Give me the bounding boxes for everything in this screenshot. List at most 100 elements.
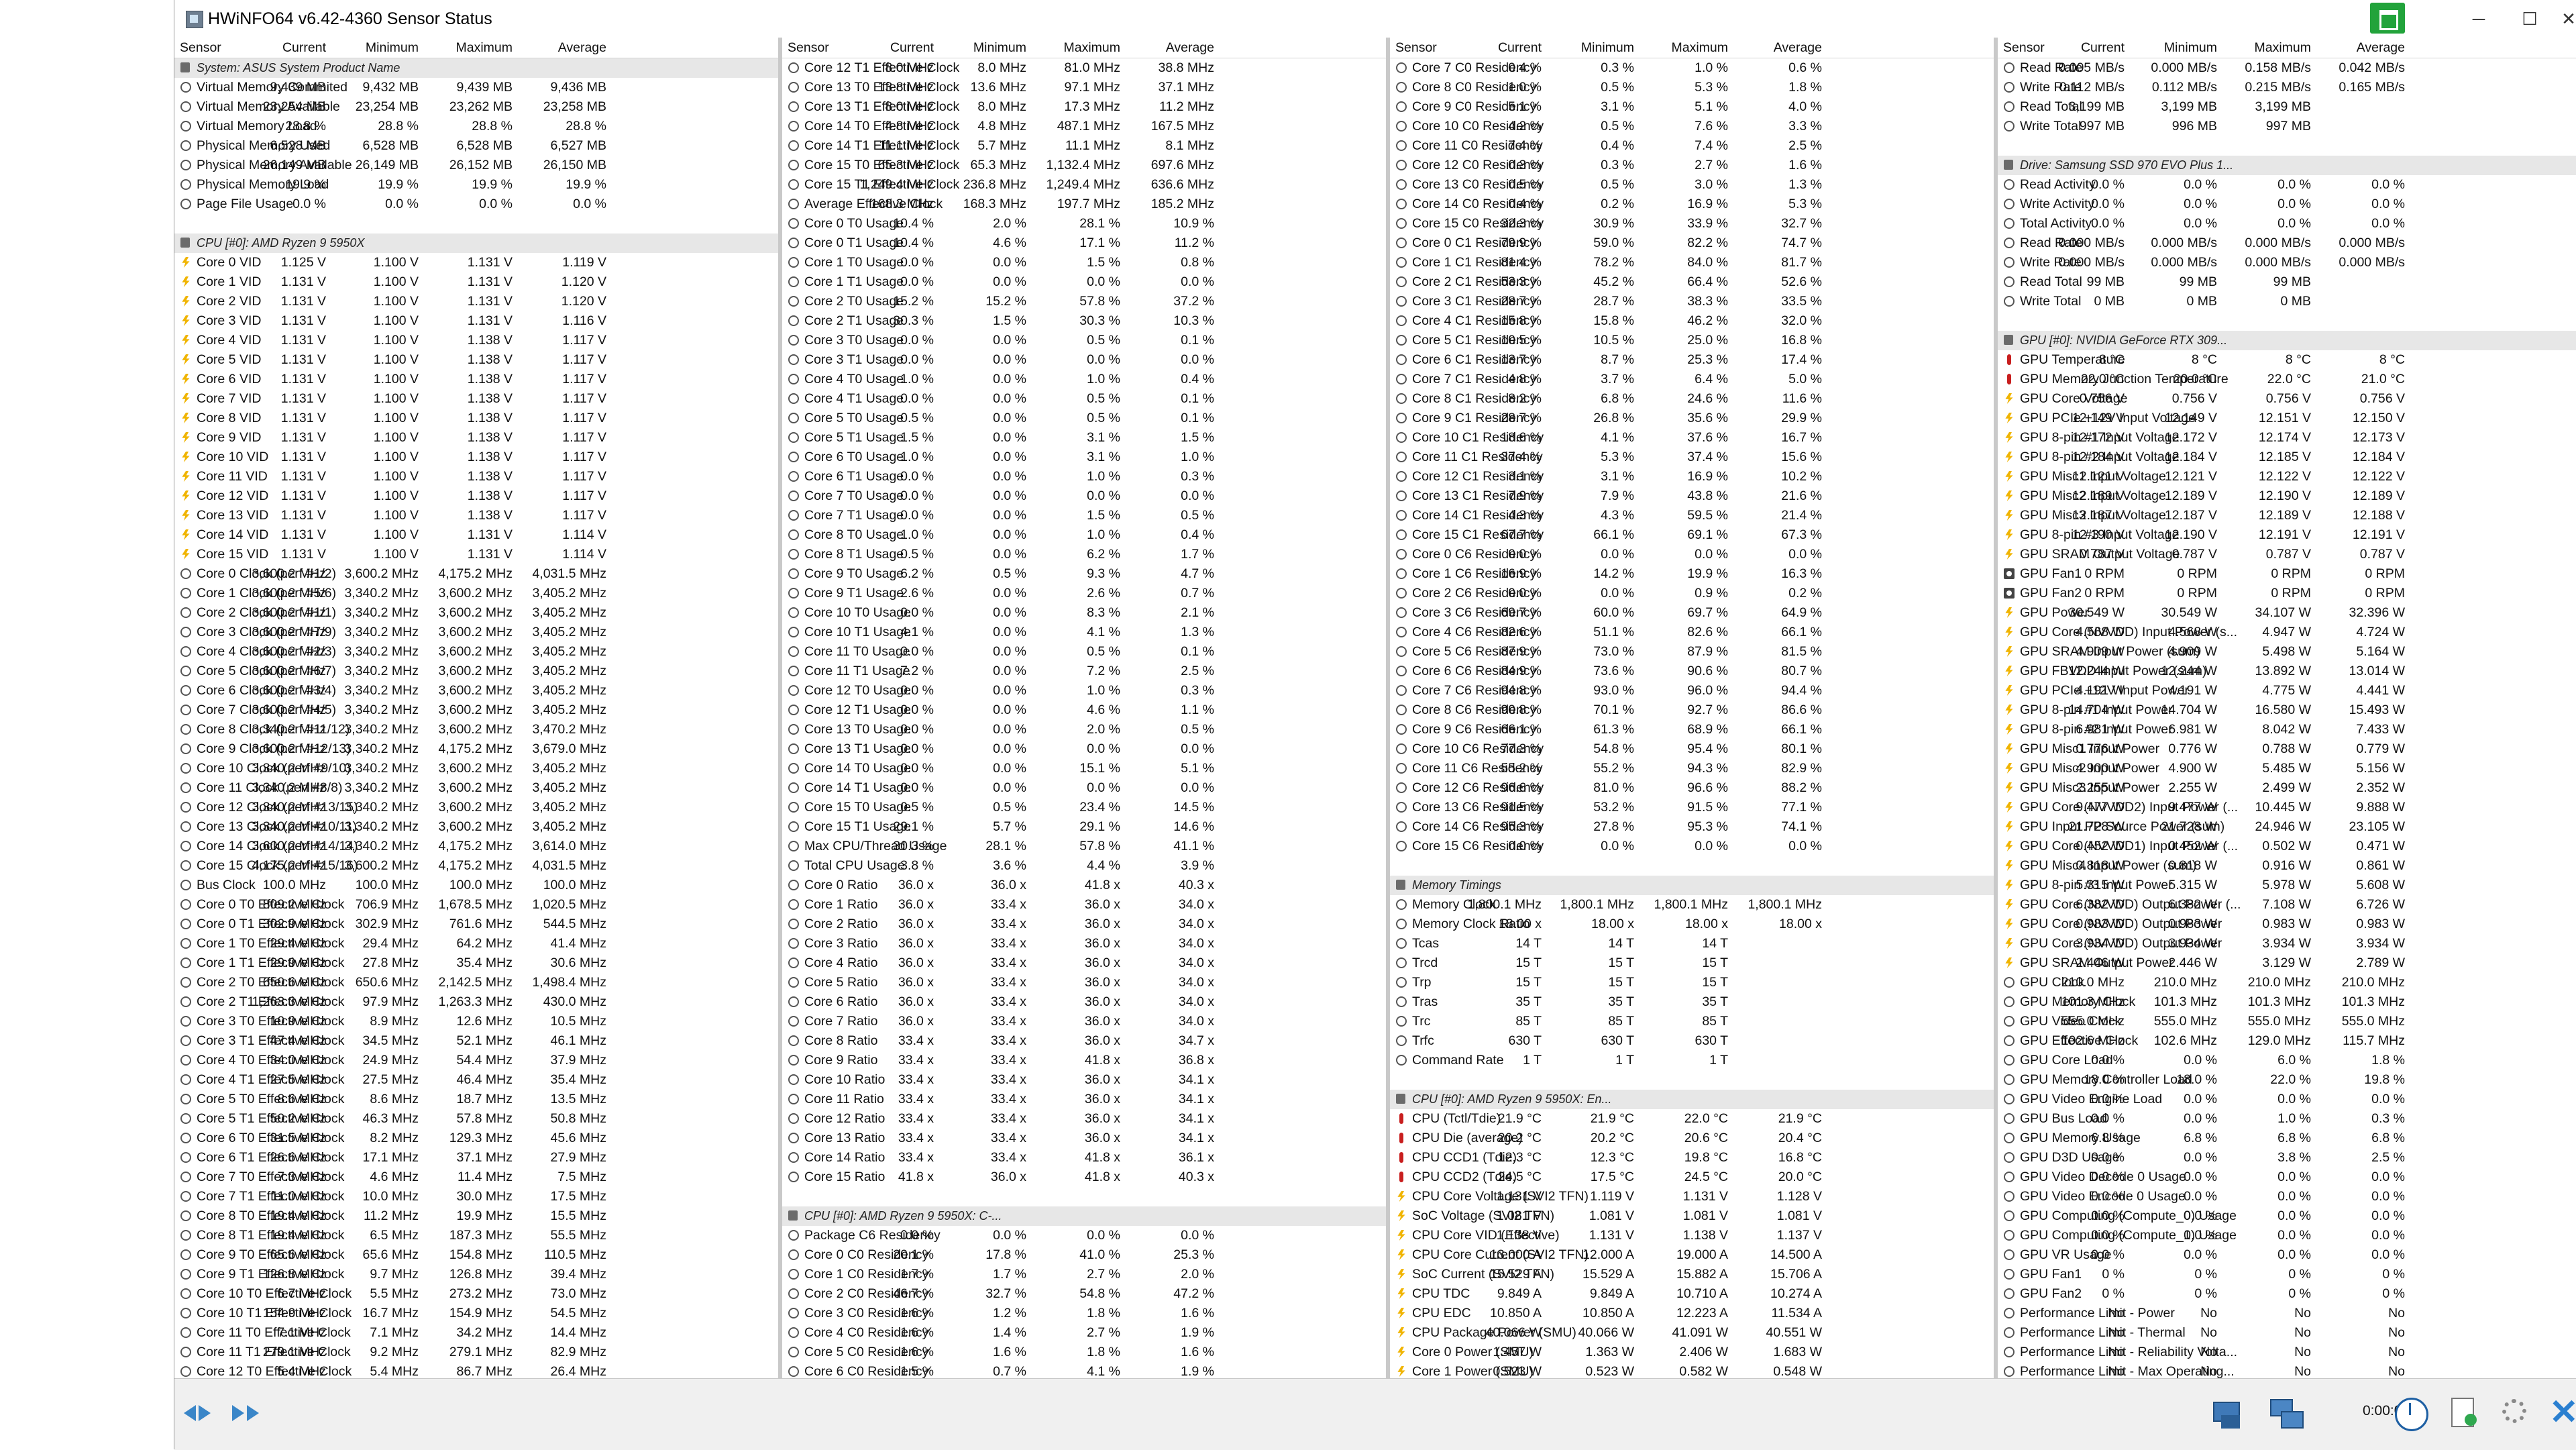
sensor-row[interactable]: Core 9 T1 Usage 2.6 % 0.0 % 2.6 % 0.7 %: [782, 584, 1386, 603]
sensor-row[interactable]: CPU TDC 9.849 A 9.849 A 10.710 A 10.274 A: [1390, 1284, 1994, 1304]
header-maximum[interactable]: Maximum: [1063, 38, 1120, 58]
sensor-row[interactable]: Core 9 T0 Usage 6.2 % 0.5 % 9.3 % 4.7 %: [782, 564, 1386, 584]
sensor-row[interactable]: Core 9 C0 Residency 5.1 % 3.1 % 5.1 % 4.0 %: [1390, 97, 1994, 117]
sensor-row[interactable]: Core 11 T1 Usage 7.2 % 0.0 % 7.2 % 2.5 %: [782, 662, 1386, 681]
sensor-row[interactable]: GPU FBVDD Input Power (sum) 12.244 W 12.24…: [1998, 662, 2576, 681]
sensor-row[interactable]: Core 0 T1 Usage 10.4 % 4.6 % 17.1 % 11.2 %: [782, 234, 1386, 253]
sensor-row[interactable]: Core 5 T0 Usage 0.5 % 0.0 % 0.5 % 0.1 %: [782, 409, 1386, 428]
sensor-row[interactable]: Core 8 Clock (perf #11/12) 3,340.2 MHz 3,3…: [174, 720, 778, 739]
sensor-row[interactable]: Core 1 C0 Residency 1.7 % 1.7 % 2.7 % 2.0 %: [782, 1265, 1386, 1284]
sensor-row[interactable]: GPU Fan1 0 RPM 0 RPM 0 RPM 0 RPM: [1998, 564, 2576, 584]
sensor-row[interactable]: GPU VR Usage 0.0 % 0.0 % 0.0 % 0.0 %: [1998, 1245, 2576, 1265]
sensor-row[interactable]: GPU SRAM Output Voltage 0.787 V 0.787 V 0.7…: [1998, 545, 2576, 564]
sensor-row[interactable]: Core 4 T0 Effective Clock 34.0 MHz 24.9 MH…: [174, 1051, 778, 1070]
sensor-row[interactable]: Core 6 T1 Effective Clock 26.6 MHz 17.1 MH…: [174, 1148, 778, 1168]
sensor-row[interactable]: Performance Limit - Power No No No No: [1998, 1304, 2576, 1323]
sensor-row[interactable]: CPU CCD2 (Tdie) 24.5 °C 17.5 °C 24.5 °C 20.0…: [1390, 1168, 1994, 1187]
header-current[interactable]: Current: [1498, 38, 1542, 58]
sensor-row[interactable]: Core 14 C0 Residency 0.4 % 0.2 % 16.9 % 5.3 …: [1390, 195, 1994, 214]
sensor-row[interactable]: GPU Core (NVVDD1) Input Power (... 0.452 …: [1998, 837, 2576, 856]
sensor-row[interactable]: Core 9 C6 Residency 66.1 % 61.3 % 68.9 % 66.…: [1390, 720, 1994, 739]
sensor-row[interactable]: Core 7 T0 Usage 0.0 % 0.0 % 0.0 % 0.0 %: [782, 486, 1386, 506]
sensor-row[interactable]: CPU EDC 10.850 A 10.850 A 12.223 A 11.534 A: [1390, 1304, 1994, 1323]
sensor-row[interactable]: GPU Temperature 8 °C 8 °C 8 °C 8 °C: [1998, 350, 2576, 370]
sensor-group-header[interactable]: CPU [#0]: AMD Ryzen 9 5950X: [174, 234, 778, 253]
sensor-row[interactable]: Trfc 630 T 630 T 630 T: [1390, 1031, 1994, 1051]
sensor-row[interactable]: GPU Core (NVVDD) Output Power (... 6.382 …: [1998, 895, 2576, 915]
sensor-row[interactable]: Virtual Memory Available 23,254 MB 23,254 …: [174, 97, 778, 117]
sensor-row[interactable]: Core 10 Ratio 33.4 x 33.4 x 36.0 x 34.1 x: [782, 1070, 1386, 1090]
header-minimum[interactable]: Minimum: [366, 38, 419, 58]
sensor-row[interactable]: Core 14 VID 1.131 V 1.100 V 1.131 V 1.114 V: [174, 525, 778, 545]
sensor-group-header[interactable]: System: ASUS System Product Name: [174, 58, 778, 78]
sensor-row[interactable]: Core 2 C1 Residency 53.3 % 45.2 % 66.4 % 52.…: [1390, 272, 1994, 292]
sensor-row[interactable]: Core 13 T0 Usage 0.0 % 0.0 % 2.0 % 0.5 %: [782, 720, 1386, 739]
tray-icon[interactable]: [2370, 3, 2405, 34]
sensor-row[interactable]: Core 15 Ratio 41.8 x 36.0 x 41.8 x 40.3 x: [782, 1168, 1386, 1187]
sensor-row[interactable]: Core 2 Clock (perf #1/1) 3,600.2 MHz 3,340…: [174, 603, 778, 623]
sensor-row[interactable]: Read Rate 0.000 MB/s 0.000 MB/s 0.000 MB/s 0…: [1998, 234, 2576, 253]
sensor-row[interactable]: GPU Misc3 Input Power 2.255 W 2.255 W 2.499…: [1998, 778, 2576, 798]
sensor-row[interactable]: Core 1 T0 Usage 0.0 % 0.0 % 1.5 % 0.8 %: [782, 253, 1386, 272]
sensor-row[interactable]: Core 14 T1 Usage 0.0 % 0.0 % 0.0 % 0.0 %: [782, 778, 1386, 798]
collapse-arrows-icon[interactable]: [180, 1396, 219, 1430]
sensor-row[interactable]: Core 1 C6 Residency 16.9 % 14.2 % 19.9 % 16.…: [1390, 564, 1994, 584]
header-minimum[interactable]: Minimum: [973, 38, 1026, 58]
sensor-row[interactable]: GPU Video Encode 0 Usage 0.0 % 0.0 % 0.0 % 0…: [1998, 1187, 2576, 1206]
sensor-row[interactable]: Core 5 T1 Usage 1.5 % 0.0 % 3.1 % 1.5 %: [782, 428, 1386, 448]
sensor-row[interactable]: Core 4 T1 Usage 0.0 % 0.0 % 0.5 % 0.1 %: [782, 389, 1386, 409]
sensor-row[interactable]: Core 7 C6 Residency 94.8 % 93.0 % 96.0 % 94.…: [1390, 681, 1994, 701]
sensor-row[interactable]: Core 9 T1 Effective Clock 126.8 MHz 9.7 MH…: [174, 1265, 778, 1284]
sensor-row[interactable]: GPU 8-pin #3 Input Power 5.315 W 5.315 W 5.…: [1998, 876, 2576, 895]
sensor-row[interactable]: Core 15 T0 Effective Clock 65.3 MHz 65.3 M…: [782, 156, 1386, 175]
sensor-row[interactable]: Core 15 T1 Effective Clock 1,249.4 MHz 236…: [782, 175, 1386, 195]
sensor-row[interactable]: Trp 15 T 15 T 15 T: [1390, 973, 1994, 992]
sensor-row[interactable]: Core 4 C6 Residency 82.6 % 51.1 % 82.6 % 66.…: [1390, 623, 1994, 642]
sensor-row[interactable]: GPU SRAM Output Power 2.446 W 2.446 W 3.129…: [1998, 953, 2576, 973]
sensor-row[interactable]: Core 11 Ratio 33.4 x 33.4 x 36.0 x 34.1 x: [782, 1090, 1386, 1109]
sensor-row[interactable]: Core 12 T1 Effective Clock 8.0 MHz 8.0 MHz…: [782, 58, 1386, 78]
sensor-row[interactable]: GPU Misc3 Input Voltage 12.187 V 12.187 V1…: [1998, 506, 2576, 525]
sensor-row[interactable]: Virtual Memory Commited 9,439 MB 9,432 MB 9…: [174, 78, 778, 97]
sensor-row[interactable]: Core 15 C0 Residency 32.3 % 30.9 % 33.9 % 32…: [1390, 214, 1994, 234]
column-header[interactable]: Sensor Current Minimum Maximum Average: [1998, 38, 2576, 58]
sensor-row[interactable]: Core 2 Ratio 36.0 x 33.4 x 36.0 x 34.0 x: [782, 915, 1386, 934]
sensor-row[interactable]: Core 8 Ratio 33.4 x 33.4 x 36.0 x 34.7 x: [782, 1031, 1386, 1051]
header-sensor[interactable]: Sensor: [1395, 38, 1437, 58]
sensor-row[interactable]: Command Rate 1 T1 T1 T: [1390, 1051, 1994, 1070]
sensor-row[interactable]: GPU PCIe +12V Input Power 4.191 W 4.191 W4…: [1998, 681, 2576, 701]
sensor-row[interactable]: Core 7 VID 1.131 V 1.100 V 1.138 V 1.117 V: [174, 389, 778, 409]
header-current[interactable]: Current: [2081, 38, 2125, 58]
header-average[interactable]: Average: [2357, 38, 2405, 58]
sensor-row[interactable]: Core 12 Clock (perf #13/15) 3,340.2 MHz 3,…: [174, 798, 778, 817]
report-icon[interactable]: [2445, 1392, 2482, 1433]
sensor-row[interactable]: Core 4 T1 Effective Clock 27.5 MHz 27.5 MH…: [174, 1070, 778, 1090]
sensor-row[interactable]: CPU Package Power (SMU) 40.066 W 40.066 W4…: [1390, 1323, 1994, 1343]
sensor-row[interactable]: Virtual Memory Load 28.8 % 28.8 % 28.8 % 28.…: [174, 117, 778, 136]
sensor-row[interactable]: Core 12 VID 1.131 V 1.100 V 1.138 V 1.117 V: [174, 486, 778, 506]
sensor-row[interactable]: Core 8 T0 Effective Clock 19.4 MHz 11.2 MH…: [174, 1206, 778, 1226]
header-sensor[interactable]: Sensor: [2003, 38, 2045, 58]
sensor-group-header[interactable]: Memory Timings: [1390, 876, 1994, 895]
sensor-row[interactable]: Core 3 T1 Usage 0.0 % 0.0 % 0.0 % 0.0 %: [782, 350, 1386, 370]
column-header[interactable]: Sensor Current Minimum Maximum Average: [174, 38, 778, 58]
sensor-row[interactable]: Write Total 0 MB 0 MB 0 MB: [1998, 292, 2576, 311]
sensor-row[interactable]: Core 1 Clock (perf #5/6) 3,600.2 MHz 3,340…: [174, 584, 778, 603]
sensor-row[interactable]: Core 10 Clock (perf #9/10) 3,340.2 MHz 3,3…: [174, 759, 778, 778]
header-average[interactable]: Average: [558, 38, 606, 58]
sensor-row[interactable]: Total CPU Usage 3.8 % 3.6 % 4.4 % 3.9 %: [782, 856, 1386, 876]
sensor-row[interactable]: Core 6 T0 Effective Clock 31.5 MHz 8.2 MHz…: [174, 1129, 778, 1148]
sensor-row[interactable]: GPU 8-pin #1 Input Power 14.704 W 14.704 W…: [1998, 701, 2576, 720]
sensor-row[interactable]: Core 3 Clock (perf #7/9) 3,600.2 MHz 3,340…: [174, 623, 778, 642]
sensor-row[interactable]: Core 0 Power (SMU) 1.457 W 1.363 W 2.406 W1…: [1390, 1343, 1994, 1362]
sensor-row[interactable]: SoC Voltage (SVI2 TFN) 1.081 V 1.081 V 1.08…: [1390, 1206, 1994, 1226]
sensor-row[interactable]: Physical Memory Load 19.9 % 19.9 % 19.9 % 19…: [174, 175, 778, 195]
sensor-row[interactable]: Core 12 C1 Residency 3.1 % 3.1 % 16.9 % 10.2…: [1390, 467, 1994, 486]
sensor-row[interactable]: Core 3 T0 Usage 0.0 % 0.0 % 0.5 % 0.1 %: [782, 331, 1386, 350]
sensor-row[interactable]: Write Activity 0.0 % 0.0 % 0.0 % 0.0 %: [1998, 195, 2576, 214]
sensor-row[interactable]: Core 9 C1 Residency 28.7 % 26.8 % 35.6 % 29.…: [1390, 409, 1994, 428]
sensor-row[interactable]: Core 15 T0 Usage 0.5 % 0.5 % 23.4 % 14.5 %: [782, 798, 1386, 817]
header-minimum[interactable]: Minimum: [1581, 38, 1634, 58]
sensor-row[interactable]: Core 2 T1 Usage 30.3 % 1.5 % 30.3 % 10.3 %: [782, 311, 1386, 331]
sensor-row[interactable]: Core 12 T1 Usage 0.0 % 0.0 % 4.6 % 1.1 %: [782, 701, 1386, 720]
